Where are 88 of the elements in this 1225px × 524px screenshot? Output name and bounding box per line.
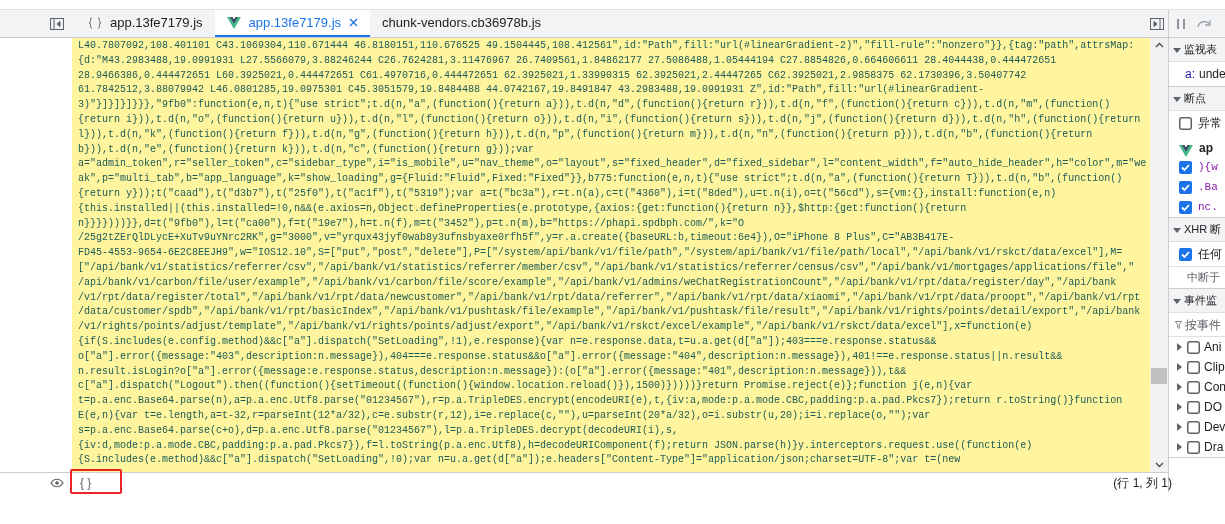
file-tab[interactable]: app.13fe7179.js — [214, 10, 371, 37]
code-line: /api/bank/v1/carbon/file/user/example","/api/bank/v1/carbon/file/score/example","/api/bank/v1/admins/weChatRegistrationCount","/api/bank/v1/rpt/data/register/day","/api/bank — [78, 275, 1117, 290]
pretty-print-button[interactable]: { } — [76, 473, 96, 492]
code-line: {d:"M43.2983488,19.0991931 L27.5566079,3.88246244 C26.7624281,3.11476967 26.7409561,1.84862177 27.5086488,1.05444194 C27.8854826,0.664606611 28.4044438,0.444472651 — [78, 53, 1057, 68]
expand-triangle-icon[interactable] — [1173, 225, 1181, 234]
code-line: /data/customer/spdb","/api/bank/v1/rpt/basicIndex","/api/bank/v1/pushtask/file/example","/api/bank/v1/pushtask/file/result","/api/bank/v1/rights/points/detail/export","/api/bank — [78, 305, 1141, 320]
checkbox[interactable] — [1179, 200, 1192, 214]
cursor-position: (行 1, 列 1) — [1113, 474, 1172, 492]
code-line: FD45-4553-9654-6E2C8EEJH9",w="IOS12.10",S=["put","post","delete"],P=["/system/api/bank/v1/file/path","/system/api/bank/v1/file/path/local","/api/bank/v1/rskct/data/excel"],M= — [78, 246, 1123, 261]
code-line: 28.9466386,0.444472651 L60.3925021,0.444472651 C61.4970716,0.444472651 62.3925021,1.33990315 62.3925021,2.44447265 C62.3925021,2.9858375 62.1730396,3.50407742 — [78, 68, 1027, 83]
close-icon[interactable] — [349, 18, 359, 27]
section-header[interactable]: 监视表 — [1169, 38, 1225, 62]
code-line: ak",p="multi_tab",b="app_language",k="show_loading",g={Fluid:"Fluid",Fixed:"Fixed"}},b775:function(e,n,t){"use strict";t.d(n,"a",(function(){return T})),t.d(n,"b",(function() — [78, 172, 1123, 187]
section-header[interactable]: XHR 断 — [1169, 218, 1225, 242]
section-note: 中断于 — [1187, 270, 1220, 286]
breakpoint-code: ){w — [1198, 159, 1218, 175]
checkbox[interactable] — [1179, 180, 1192, 194]
code-line: {return y}));t("caad"),t("d3b7"),t("25f0"),t("ac1f"),t("5319");var a=t("bc3a"),r=t.n(a),c=t("4360"),i=t("8ded"),u=t.n(i),o=t("56cd"),s={vm:{},install:function(e,n) — [78, 186, 1057, 201]
collapse-triangle-icon[interactable] — [1175, 363, 1183, 371]
checkbox[interactable] — [1187, 400, 1200, 414]
checkbox[interactable] — [1187, 360, 1200, 374]
collapse-triangle-icon[interactable] — [1175, 343, 1183, 351]
event-category: Con — [1204, 379, 1225, 396]
code-line: {iv:d,mode:p.a.mode.CBC,padding:p.a.pad.Pkcs7}),f=l.toString(p.a.enc.Utf8),h=decodeURIComponent(f);return JSON.parse(h)}y.interceptors.request.use((function(e) — [78, 438, 1033, 453]
code-line: c["a"].dispatch("Logout").then((function(){setTimeout((function(){window.location.reload()}),1500)}))))}return Promise.reject(e)};function j(e,n){var — [78, 379, 973, 394]
braces-icon — [88, 16, 102, 29]
section-header[interactable]: 事件监 — [1169, 289, 1225, 313]
filter-icon — [1175, 319, 1182, 330]
code-line: /v1/rpt/data/register/total","/api/bank/v1/rpt/data/newcustomer","/api/bank/v1/rpt/data/referrer","/api/bank/v1/rpt/data/xiaomi","/api/bank/v1/rpt/data/proopt","/api/bank/v1/rpt — [78, 290, 1141, 305]
watch-value: unde — [1199, 66, 1225, 83]
code-line: a="admin_token",r="seller_token",c="sidebar_type",i="is_mobile",u="nav_theme",o="layout",s="fixed_header",d="fixed_sidebar",l="content_width",f="auto_hide_header",h="color",m="we — [78, 157, 1147, 172]
code-line: o["a"].error({message:"403",description:n.message}),404===e.response.status&&o["a"].error({message:"404",description:n.message}),401!==e.response.status||n.result&& — [78, 349, 1063, 364]
collapse-triangle-icon[interactable] — [1175, 423, 1183, 431]
checkbox[interactable] — [1179, 247, 1192, 261]
expand-triangle-icon[interactable] — [1173, 94, 1181, 103]
code-line: {this.installed||(this.installed=!0,n&&(e.axios=n,Object.defineProperties(e.prototype,{axios:{get:function(){return n}},$http:{get:function(){return — [78, 201, 967, 216]
event-category: Dra — [1204, 439, 1224, 456]
sidebar-toggle-icon[interactable] — [50, 17, 64, 30]
code-line: n.result.isLogin?o["a"].error({message:e.response.status,description:n.message}):(o["a"].error({message:"401",description:n.message})),t&& — [78, 364, 907, 379]
code-line: b})),t.d(n,"e",(function(){return k})),t.d(n,"c",(function(){return g}));var — [78, 142, 535, 157]
checkbox[interactable] — [1179, 160, 1192, 174]
event-category: Clip — [1204, 359, 1225, 376]
checkbox[interactable] — [1187, 340, 1200, 354]
code-line: {if(S.includes(e.config.method)&&c["a"].dispatch("SetLoading",!1),e.response){var n=e.response.data,t=u.a.get(d["a"]);403===e.response.status&& — [78, 334, 937, 349]
pause-icon[interactable] — [1177, 17, 1185, 30]
eye-icon[interactable] — [50, 477, 64, 488]
expand-triangle-icon[interactable] — [1173, 45, 1181, 54]
breakpoint-code: nc. — [1198, 199, 1218, 215]
collapse-triangle-icon[interactable] — [1175, 383, 1183, 391]
watch-name: a: — [1185, 66, 1195, 83]
file-tab[interactable]: app.13fe7179.js — [76, 10, 215, 37]
breakpoint-code: .Ba — [1198, 179, 1218, 195]
vue-logo-icon — [1179, 145, 1193, 157]
checkbox-label: 任何 — [1198, 246, 1222, 263]
filter-field[interactable]: 按事件 — [1185, 315, 1225, 334]
event-category: Dev — [1204, 419, 1225, 436]
checkbox-label: 异常 — [1198, 115, 1222, 132]
code-line: ["/api/bank/v1/statistics/referrer/csv","/api/bank/v1/statistics/referrer/member/csv","/api/bank/v1/statistics/referrer/census/csv","/api/bank/v1/mortgages/applications/file"," — [78, 260, 1135, 275]
code-line: {S.includes(e.method)&&c["a"].dispatch("SetLoading",!0);var n=u.a.get(d["a"]);e.headers["Content-Type"]="application/json;charset=UTF-8";var t=(new — [78, 453, 961, 468]
code-line: t=p.a.enc.Base64.parse(n),a=p.a.enc.Utf8.parse("01234567"),r=p.a.TripleDES.encrypt(encodeURI(e),t,{iv:a,mode:p.a.mode.CBC,padding:p.a.pad.Pkcs7});return r.toString()}function — [78, 394, 1123, 409]
scroll-up-icon[interactable] — [1154, 42, 1164, 48]
code-line: 61.7842512,3.88079942 L46.0801285,19.0975301 C45.3051579,19.8484488 44.0742167,19.8491847 43.2983488,19.0991931 Z",id:"Path",fill:"url(#linearGradient- — [78, 83, 985, 98]
panel-toggle-icon[interactable] — [1150, 17, 1164, 30]
event-category: Ani — [1204, 339, 1222, 356]
checkbox[interactable] — [1179, 116, 1192, 130]
file-tab[interactable]: chunk-vendors.cb36978b.js — [370, 10, 554, 37]
scrollbar-thumb[interactable] — [1151, 368, 1167, 384]
code-line: {return i})),t.d(n,"o",(function(){return u})),t.d(n,"l",(function(){return o})),t.d(n,"i",(function(){return s})),t.d(n,"j",(function(){return d})),t.d(n,"h",(function(){return — [78, 113, 1141, 127]
code-line: L40.7807092,108.401101 C43.1069304,110.671444 46.8180151,110.676525 49.1504445,108.412561",id:"Path",fill:"url(#linearGradient-2)","fill-rule":"nonzero"}},{tag:"path",attrsMap: — [78, 39, 1135, 53]
section-header[interactable]: 断点 — [1169, 87, 1225, 111]
expand-triangle-icon[interactable] — [1173, 296, 1181, 305]
code-line: 3)"}]}]}]}}},"9fb0":function(e,n,t){"use strict";t.d(n,"a",(function(){return a})),t.d(n,"d",(function(){return r})),t.d(n,"f",(function(){return c})),t.d(n,"m",(function() — [78, 98, 1111, 113]
checkbox[interactable] — [1187, 420, 1200, 434]
code-line: n}}}})))}},d=t("9fb0"),l=t("ca00"),f=t("19e7"),h=t.n(f),m=t("3452"),p=t.n(m),b="https://phapi.spdbph.com/",k="O — [78, 216, 745, 231]
collapse-triangle-icon[interactable] — [1175, 443, 1183, 451]
file-name: ap — [1199, 140, 1213, 157]
code-line: s=p.a.enc.Base64.parse(c+o),d=p.a.enc.Utf8.parse("01234567"),l=p.a.TripleDES.decrypt(decodeURI(i),s, — [78, 423, 679, 438]
code-line: l})),t.d(n,"k",(function(){return f})),t.d(n,"g",(function(){return h})),t.d(n,"p",(function(){return m})),t.d(n,"n",(function(){return p})),t.d(n,"b",(function(){return — [78, 127, 1093, 142]
vue-logo-icon — [226, 16, 241, 29]
scroll-down-icon[interactable] — [1154, 462, 1164, 468]
code-line: E(e,n){var t=e.length,a=t-32,r=parseInt(12*a/32),c=e.substr(r,12),i=e.replace(c,""),u=parseInt(20*a/32),o=i.substr(u,20);i=i.replace(o,"");var — [78, 408, 931, 423]
checkbox[interactable] — [1187, 440, 1200, 454]
code-line: /v1/rights/points/adjust/template","/api/bank/v1/rights/points/adjust/export","/api/bank/v1/rskct/excel/example","/api/bank/v1/rskct/data/excel"],x=function(e) — [78, 320, 1033, 335]
checkbox[interactable] — [1187, 380, 1200, 394]
event-category: DO — [1204, 399, 1222, 416]
code-line: /25g2tZErQlDLycE+XuTv9uYNrc2RK",g="3000",v="yrqux43jyf0wab8y3ufnsbyaxe0rfh5f",y=r.a.create({baseURL:b,timeout:6e4}),O="iPhone 8 Plus",C="AB3B417E- — [78, 231, 955, 246]
collapse-triangle-icon[interactable] — [1175, 403, 1183, 411]
scrollbar[interactable] — [1150, 38, 1168, 472]
